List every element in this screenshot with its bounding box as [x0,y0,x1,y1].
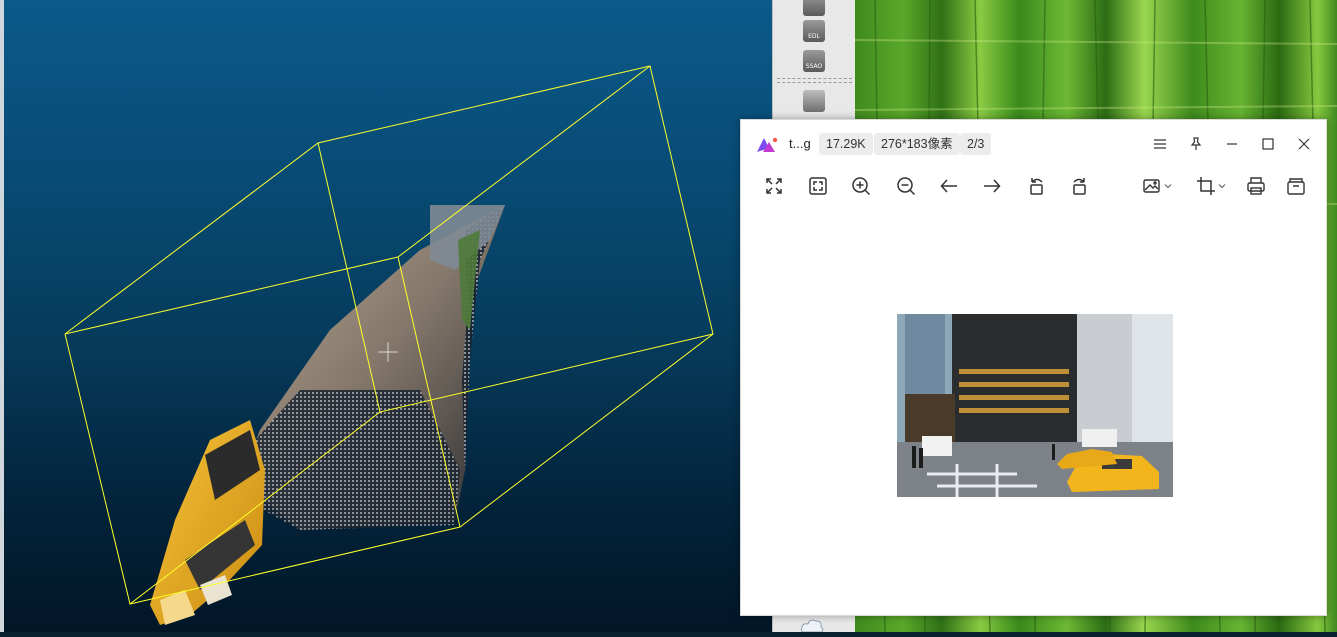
open-folder-icon [1287,178,1305,195]
point-cloud-viewport[interactable] [0,0,772,632]
page-index-badge: 2/3 [960,133,992,155]
image-viewer-window[interactable]: t...g 17.29K 276*183像素 2/3 [740,119,1327,616]
edl-label: EDL [808,33,820,40]
title-bar[interactable]: t...g 17.29K 276*183像素 2/3 [741,120,1326,168]
pin-button[interactable] [1186,134,1206,154]
rotate-right-icon [1073,178,1086,195]
print-button[interactable] [1244,174,1268,198]
minimize-icon [1227,143,1237,145]
edit-image-dropdown[interactable] [1140,174,1174,198]
fit-window-icon [766,178,782,194]
ssao-icon[interactable]: SSAO [803,50,825,72]
zoom-out-button[interactable] [894,174,918,198]
strip-divider [777,82,852,83]
actual-size-icon [809,177,827,195]
file-size-badge: 17.29K [819,133,873,155]
rotate-left-icon [1030,178,1043,195]
film-clapper-icon[interactable] [803,90,825,112]
menu-icon [1154,139,1166,149]
next-button[interactable] [980,174,1004,198]
viewport-edge [0,0,4,632]
chevron-down-icon [1218,184,1226,189]
open-folder-button[interactable] [1284,174,1308,198]
zoom-in-button[interactable] [849,174,873,198]
zoom-out-icon [897,177,916,196]
edit-image-icon [1143,179,1160,193]
close-button[interactable] [1294,134,1314,154]
zoom-in-icon [852,177,871,196]
displayed-image[interactable] [897,314,1173,497]
edl-icon[interactable]: EDL [803,20,825,42]
menu-button[interactable] [1150,134,1170,154]
print-icon [1247,177,1265,195]
minimize-button[interactable] [1222,134,1242,154]
strip-divider [777,78,852,79]
app-shortcut-icon[interactable] [803,0,825,16]
close-icon [1298,138,1310,150]
viewer-toolbar [741,170,1326,202]
fit-window-button[interactable] [762,174,786,198]
crop-dropdown[interactable] [1194,174,1228,198]
crop-icon [1197,177,1215,195]
next-arrow-icon [984,179,1001,193]
ssao-label: SSAO [805,63,823,70]
rotate-left-button[interactable] [1025,174,1049,198]
maximize-button[interactable] [1258,134,1278,154]
actual-size-button[interactable] [806,174,830,198]
cloud-icon[interactable] [800,618,824,633]
app-logo-icon [757,137,778,152]
dimensions-badge: 276*183像素 [874,133,960,155]
point-cloud [150,205,505,625]
previous-button[interactable] [937,174,961,198]
point-cloud-canvas[interactable] [0,0,772,632]
previous-arrow-icon [940,179,957,193]
street-scene-picture [897,314,1173,497]
maximize-icon [1262,138,1274,150]
pin-icon [1190,137,1202,150]
chevron-down-icon [1164,184,1172,189]
rotate-right-button[interactable] [1067,174,1091,198]
file-name: t...g [789,136,811,151]
